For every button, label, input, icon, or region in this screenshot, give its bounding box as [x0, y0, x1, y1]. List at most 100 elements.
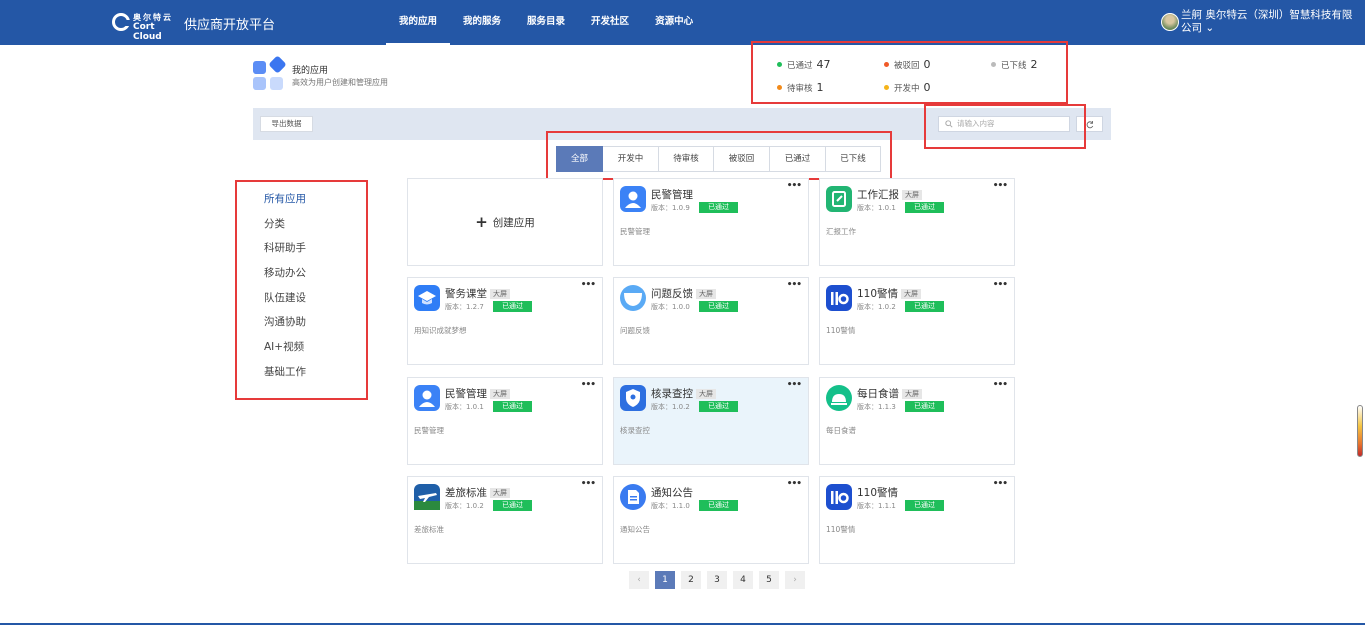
- stat-rejected[interactable]: 被驳回 0: [884, 58, 931, 71]
- app-version: 版本：1.0.1: [445, 403, 484, 411]
- feedback-icon: [620, 285, 646, 311]
- tab-all[interactable]: 全部: [556, 146, 603, 172]
- app-card[interactable]: 民警管理 大屏 版本：1.0.1 已通过 民警管理 •••: [407, 377, 603, 465]
- app-card[interactable]: 每日食谱 大屏 版本：1.1.3 已通过 每日食谱 •••: [819, 377, 1015, 465]
- status-badge: 已通过: [493, 500, 532, 511]
- create-app-card[interactable]: + 创建应用: [407, 178, 603, 266]
- police-person-icon: [620, 186, 646, 212]
- app-description: 每日食谱: [826, 426, 856, 435]
- pagination: ‹ 1 2 3 4 5 ›: [629, 571, 811, 589]
- scrollbar-indicator[interactable]: [1357, 405, 1363, 457]
- stat-offline[interactable]: 已下线 2: [991, 58, 1038, 71]
- big-screen-tag: 大屏: [902, 389, 922, 399]
- search-highlight-box: [924, 104, 1086, 149]
- airplane-icon: [414, 484, 440, 510]
- nav-my-apps[interactable]: 我的应用: [386, 0, 451, 45]
- tab-passed[interactable]: 已通过: [770, 146, 826, 172]
- sidebar-item-all-apps[interactable]: 所有应用: [264, 191, 306, 206]
- app-description: 110警情: [826, 326, 856, 335]
- app-name: 工作汇报 大屏: [857, 187, 922, 202]
- app-card[interactable]: 民警管理 版本：1.0.9 已通过 民警管理 •••: [613, 178, 809, 266]
- tab-rejected[interactable]: 被驳回: [714, 146, 770, 172]
- sidebar-item-research[interactable]: 科研助手: [264, 240, 306, 255]
- big-screen-tag: 大屏: [902, 190, 922, 200]
- more-icon[interactable]: •••: [787, 479, 802, 489]
- app-description: 民警管理: [620, 227, 650, 236]
- more-icon[interactable]: •••: [993, 380, 1008, 390]
- app-card[interactable]: 问题反馈 大屏 版本：1.0.0 已通过 问题反馈 •••: [613, 277, 809, 365]
- sidebar-item-communication[interactable]: 沟通协助: [264, 314, 306, 329]
- app-card[interactable]: 警务课堂 大屏 版本：1.2.7 已通过 用知识成就梦想 •••: [407, 277, 603, 365]
- app-name: 民警管理 大屏: [445, 386, 510, 401]
- app-name: 110警情 大屏: [857, 286, 922, 301]
- page-button-2[interactable]: 2: [681, 571, 701, 589]
- sidebar-item-team[interactable]: 队伍建设: [264, 290, 306, 305]
- app-description: 民警管理: [414, 426, 444, 435]
- platform-title: 供应商开放平台: [184, 17, 276, 33]
- user-menu[interactable]: 兰舸 奥尔特云（深圳）智慧科技有限公司 ⌄: [1161, 9, 1361, 35]
- sidebar-item-mobile-office[interactable]: 移动办公: [264, 265, 306, 280]
- document-icon: [620, 484, 646, 510]
- tab-developing[interactable]: 开发中: [603, 146, 659, 172]
- nav-dev-community[interactable]: 开发社区: [578, 0, 642, 45]
- app-description: 汇报工作: [826, 227, 856, 236]
- export-data-button[interactable]: 导出数据: [260, 116, 313, 132]
- page-title: 我的应用: [292, 66, 329, 76]
- page-button-4[interactable]: 4: [733, 571, 753, 589]
- nav-my-services[interactable]: 我的服务: [450, 0, 514, 45]
- status-badge: 已通过: [905, 301, 944, 312]
- sidebar-item-category[interactable]: 分类: [264, 216, 285, 231]
- app-card[interactable]: 110警情 大屏 版本：1.0.2 已通过 110警情 •••: [819, 277, 1015, 365]
- sidebar-item-ai-video[interactable]: AI+视频: [264, 339, 304, 354]
- more-icon[interactable]: •••: [581, 380, 596, 390]
- app-version: 版本：1.1.0: [651, 502, 690, 510]
- app-version: 版本：1.1.3: [857, 403, 896, 411]
- app-card[interactable]: 110警情 版本：1.1.1 已通过 110警情 •••: [819, 476, 1015, 564]
- 110-icon: [826, 484, 852, 510]
- app-name: 每日食谱 大屏: [857, 386, 922, 401]
- stat-pending[interactable]: 待审核 1: [777, 81, 824, 94]
- stat-passed[interactable]: 已通过 47: [777, 58, 831, 71]
- page-button-3[interactable]: 3: [707, 571, 727, 589]
- more-icon[interactable]: •••: [787, 380, 802, 390]
- nav-service-catalog[interactable]: 服务目录: [514, 0, 578, 45]
- app-description: 差旅标准: [414, 525, 444, 534]
- app-name: 差旅标准 大屏: [445, 485, 510, 500]
- more-icon[interactable]: •••: [993, 479, 1008, 489]
- status-badge: 已通过: [493, 401, 532, 412]
- more-icon[interactable]: •••: [581, 280, 596, 290]
- next-page-button[interactable]: ›: [785, 571, 805, 589]
- prev-page-button[interactable]: ‹: [629, 571, 649, 589]
- app-name: 核录查控 大屏: [651, 386, 716, 401]
- more-icon[interactable]: •••: [993, 181, 1008, 191]
- more-icon[interactable]: •••: [787, 280, 802, 290]
- stat-developing[interactable]: 开发中 0: [884, 81, 931, 94]
- logo[interactable]: 奥尔特云 Cort Cloud 供应商开放平台: [112, 12, 276, 42]
- app-card[interactable]: 通知公告 版本：1.1.0 已通过 通知公告 •••: [613, 476, 809, 564]
- app-card[interactable]: 工作汇报 大屏 版本：1.0.1 已通过 汇报工作 •••: [819, 178, 1015, 266]
- big-screen-tag: 大屏: [490, 488, 510, 498]
- app-version: 版本：1.0.1: [857, 204, 896, 212]
- more-icon[interactable]: •••: [787, 181, 802, 191]
- big-screen-tag: 大屏: [696, 389, 716, 399]
- more-icon[interactable]: •••: [581, 479, 596, 489]
- more-icon[interactable]: •••: [993, 280, 1008, 290]
- app-card[interactable]: 核录查控 大屏 版本：1.0.2 已通过 核录查控 •••: [613, 377, 809, 465]
- app-card[interactable]: 差旅标准 大屏 版本：1.0.2 已通过 差旅标准 •••: [407, 476, 603, 564]
- police-person-icon: [414, 385, 440, 411]
- tab-offline[interactable]: 已下线: [826, 146, 881, 172]
- app-description: 核录查控: [620, 426, 650, 435]
- big-screen-tag: 大屏: [490, 289, 510, 299]
- status-badge: 已通过: [905, 401, 944, 412]
- app-version: 版本：1.0.2: [445, 502, 484, 510]
- page-button-5[interactable]: 5: [759, 571, 779, 589]
- nav-resource-center[interactable]: 资源中心: [642, 0, 706, 45]
- status-badge: 已通过: [493, 301, 532, 312]
- app-version: 版本：1.0.9: [651, 204, 690, 212]
- page-button-1[interactable]: 1: [655, 571, 675, 589]
- app-name: 民警管理: [651, 189, 693, 201]
- app-version: 版本：1.0.2: [857, 303, 896, 311]
- app-description: 用知识成就梦想: [414, 326, 467, 335]
- sidebar-item-basic-work[interactable]: 基础工作: [264, 364, 306, 379]
- tab-pending[interactable]: 待审核: [659, 146, 714, 172]
